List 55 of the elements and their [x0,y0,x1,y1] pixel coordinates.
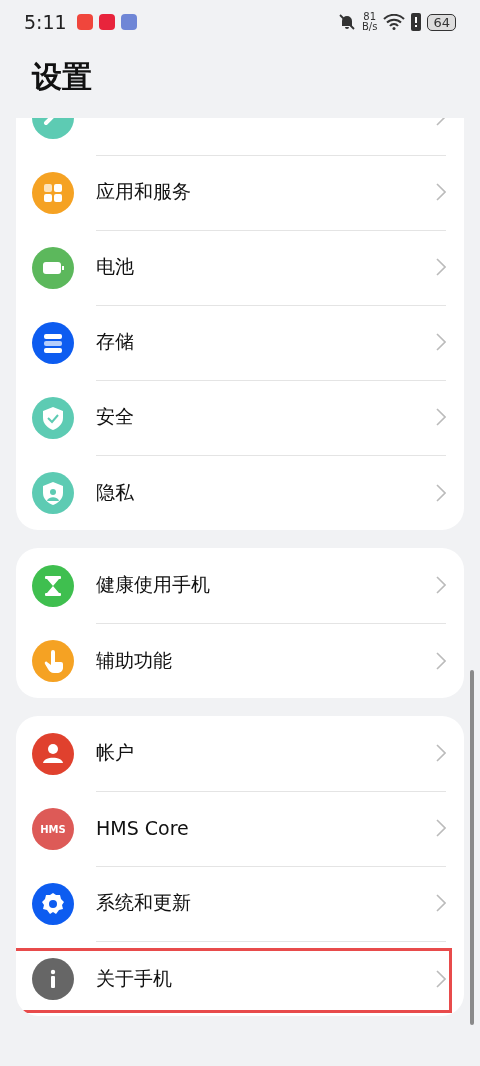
item-label: 存储 [96,329,135,354]
clock: 5:11 [24,11,67,33]
settings-item[interactable]: 应用和服务 [16,155,464,230]
item-label: 隐私 [96,479,135,505]
settings-item[interactable]: 电池 [16,230,464,305]
muted-bell-icon [338,13,356,31]
net-speed: 81 [363,12,377,22]
app-notification-icon [98,14,115,30]
settings-item[interactable]: 帐户 [16,716,464,791]
info-icon [32,957,74,1000]
battery-icon [32,246,74,289]
settings-item[interactable]: 系统和更新 [16,866,464,941]
page-title: 设置 [30,58,93,96]
chevron-icon [436,258,446,276]
item-label: 系统和更新 [96,890,192,915]
item-label: 帐户 [96,740,135,765]
settings-item[interactable]: 关于手机 [16,941,464,1016]
chevron-icon [436,969,446,988]
chevron-icon [436,183,446,201]
app-notification-icon [120,14,137,30]
settings-item[interactable]: 健康使用手机 [16,548,464,623]
shield-icon [32,396,74,439]
hand-icon [32,639,74,682]
settings-icon [32,882,74,925]
storage-icon [32,321,74,364]
chevron-icon [436,744,446,762]
item-label: 电池 [96,254,135,279]
item-label: 关于手机 [96,965,173,991]
settings-item[interactable]: HMS HMS Core [16,791,464,866]
chevron-icon [436,333,446,351]
hms-icon: HMS [32,807,74,850]
apps-icon [32,171,74,214]
chevron-icon [436,483,446,502]
battery-level: 64 [427,13,456,31]
chevron-icon [436,651,446,670]
hourglass-icon [32,564,74,607]
net-speed-unit: B/s [362,22,378,32]
sim-alert-icon [411,13,422,31]
item-label: 安全 [96,404,135,429]
chevron-icon [436,408,446,426]
settings-item[interactable]: 隐私 [16,455,464,530]
settings-item[interactable]: 安全 [16,380,464,455]
chevron-icon [436,894,446,912]
chevron-icon [436,819,446,837]
person-icon [32,732,74,775]
item-label: 应用和服务 [96,179,192,204]
wifi-icon [383,14,406,30]
app-notification-icon [76,14,93,30]
settings-item[interactable]: 辅助功能 [16,623,464,698]
settings-item[interactable]: 存储 [16,305,464,380]
privacy-shield-icon [32,471,74,514]
item-label: HMS Core [96,817,190,839]
item-label: 辅助功能 [96,647,173,673]
chevron-icon [436,576,446,594]
item-label: 健康使用手机 [96,572,211,597]
